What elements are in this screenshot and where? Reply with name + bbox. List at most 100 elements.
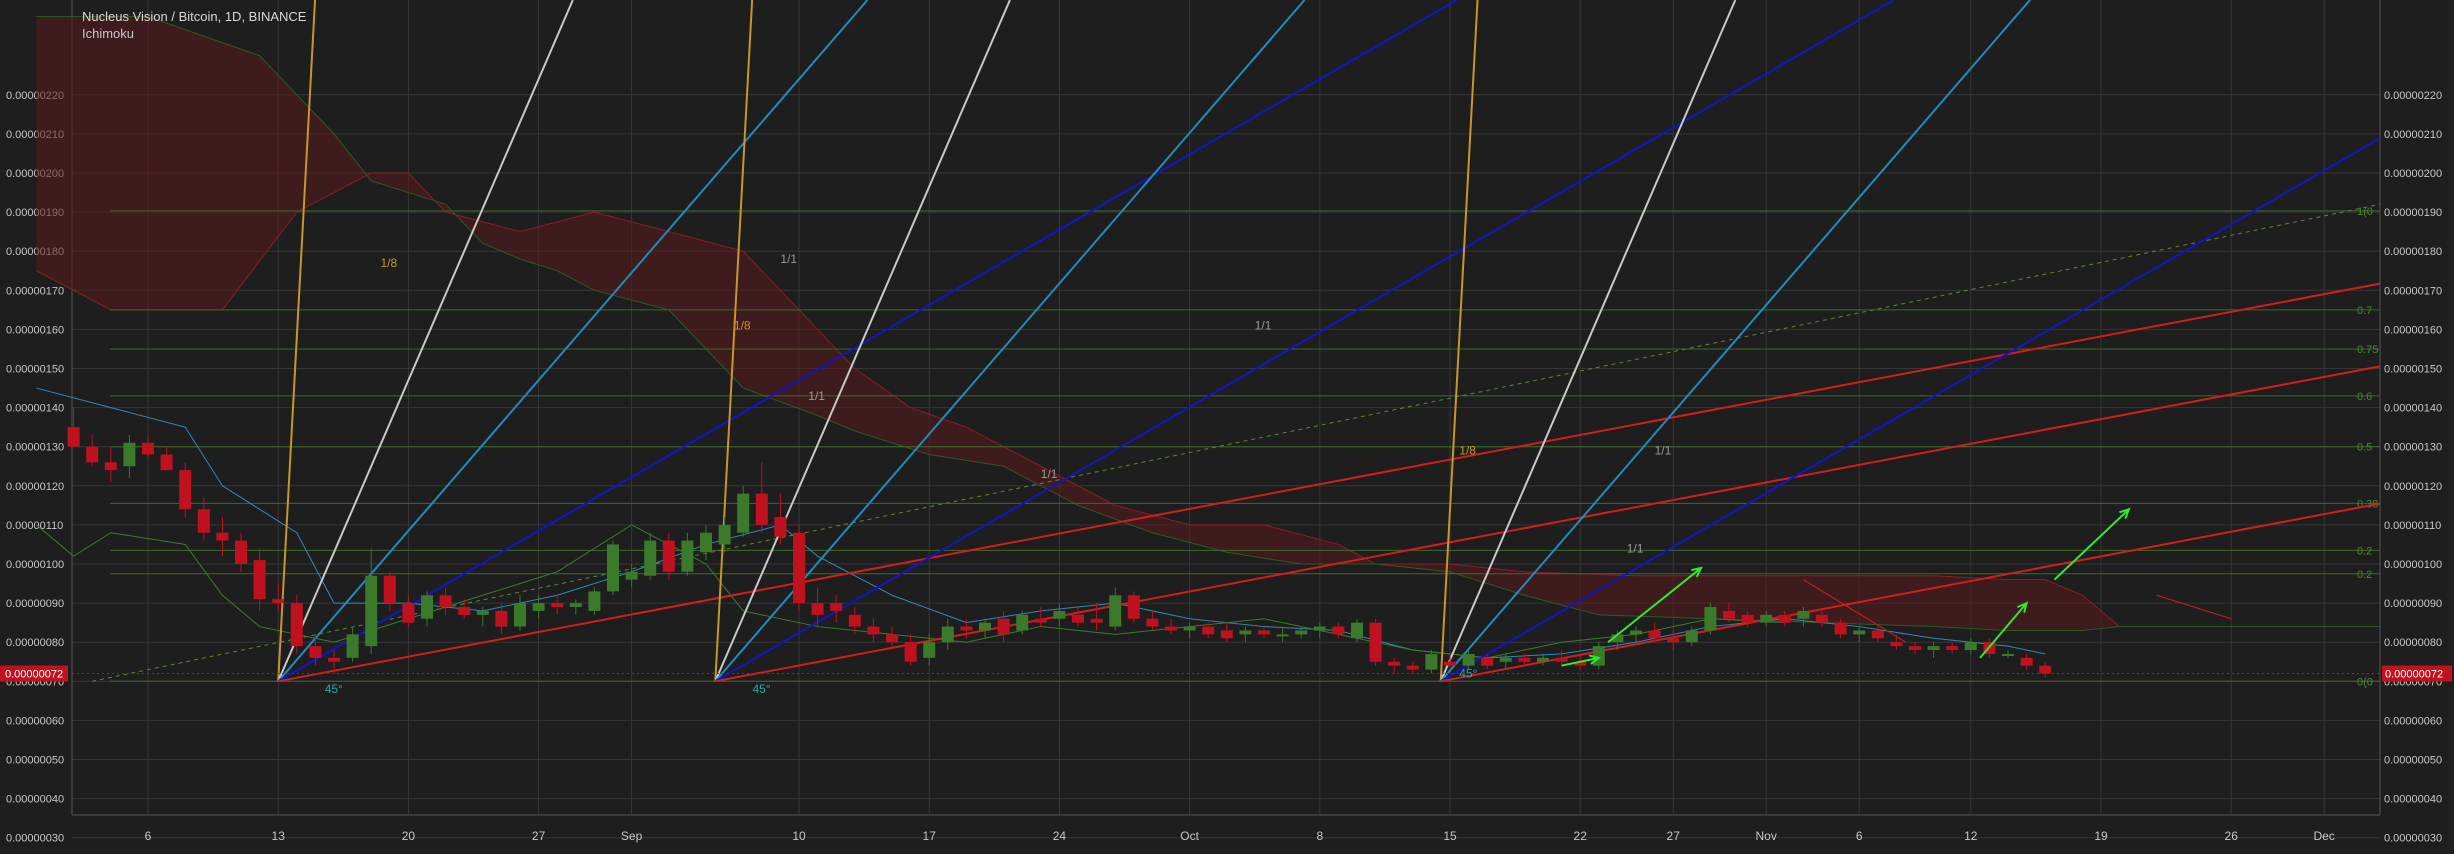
y-tick-label-right: 0.00000060 [2384,715,2442,727]
candle-body [1369,622,1382,662]
y-tick-label-left: 0.00000050 [6,755,64,767]
candle-body [588,591,601,611]
gann-fan-label: 1/8 [1459,444,1476,458]
candle-body [328,657,340,662]
candle-body [1351,622,1363,639]
candle-body [569,603,582,608]
candle-body [1537,657,1549,662]
y-tick-label-left: 0.00000100 [6,559,64,571]
candle-body [1220,630,1233,639]
candle-body [458,607,471,615]
candle-body [104,462,117,471]
candle-body [1072,614,1084,623]
candle [1127,591,1140,623]
candle-body [1853,630,1866,635]
candle-body [941,626,954,643]
fib-level-label: 0.6 [2357,391,2372,403]
candle-body [979,622,991,631]
chart-legend: Nucleus Vision / Bitcoin, 1D, BINANCE Ic… [82,8,306,42]
y-tick-label-right: 0.00000100 [2384,559,2442,571]
candle-body [1778,614,1791,623]
x-tick-label: 8 [1316,829,1323,843]
candle-body [681,540,694,572]
candle [793,524,805,611]
x-tick-label: 22 [1574,829,1588,843]
candle-body [421,595,433,619]
y-tick-label-left: 0.00000170 [6,285,64,297]
candle-body [1797,610,1810,619]
candle-body [1946,646,1959,651]
candle-body [253,560,266,600]
chart-canvas[interactable]: 0.00000220 0.000002200.00000210 0.00000210… [0,0,2454,849]
candle-body [1909,646,1921,651]
candle-body [1332,626,1345,635]
candle-body [2020,657,2033,666]
candle-body [1444,661,1456,666]
candle-body [1034,618,1047,623]
candle-body [1202,626,1215,635]
x-tick-label: 27 [532,829,546,843]
y-tick-label-left: 0.00000150 [6,364,64,376]
x-tick-label: 26 [2225,829,2239,843]
x-tick-label: Oct [1180,829,1199,843]
x-tick-label: 6 [145,829,152,843]
y-tick-label-right: 0.00000220 [2384,90,2442,102]
candle [179,462,192,518]
candle-body [179,470,192,510]
candle-body [1667,638,1680,643]
x-tick-label: 10 [792,829,806,843]
candle-body [514,603,526,627]
candle-body [1964,642,1977,651]
candle-body [2039,665,2052,674]
candle-body [1834,622,1847,635]
y-tick-label-left: 0.00000120 [6,481,64,493]
gann-fan-label: 1/1 [780,252,797,266]
candle-body [848,614,861,627]
y-tick-label-left: 0.00000160 [6,324,64,336]
y-tick-label-left: 0.00000030 [6,833,64,845]
candle-body [1388,661,1401,666]
candle-body [923,642,936,658]
fib-level-label: 0.2 [2357,545,2372,557]
gann-fan-label: 45° [753,682,771,696]
fib-level-label: 0.5 [2357,442,2372,454]
candle-body [1016,614,1029,631]
candle-body [1871,630,1884,639]
candle-body [1127,595,1140,619]
candle [1369,618,1382,666]
candle-body [216,532,229,541]
candle-body [1109,595,1122,627]
x-tick-label: 13 [272,829,286,843]
candle-body [755,493,768,525]
y-tick-label-left: 0.00000140 [6,403,64,415]
gann-fan-label: 1/1 [808,389,825,403]
candle-body [1927,646,1940,651]
price-badge-right-label: 0.00000072 [2385,668,2443,680]
candle-body [1648,630,1661,639]
candle-body [1295,630,1308,635]
candle-body [160,454,173,471]
candle-body [867,626,880,635]
candle-body [1723,610,1735,619]
chart[interactable]: 0.00000220 0.00000220 0.00000210 0.00000210… [0,0,2454,849]
candle-body [67,427,80,447]
candle-body [1481,657,1494,666]
candle-body [830,603,843,611]
candle-body [1425,653,1438,670]
fib-level-label: 0.75 [2357,344,2378,356]
x-tick-label: 17 [923,829,937,843]
candle-body [1518,657,1531,662]
candle-body [235,540,247,564]
gann-fan-label: 45° [325,682,343,696]
price-badge-left-label: 0.00000072 [5,668,63,680]
candle [290,595,303,654]
y-tick-label-right: 0.00000120 [2384,481,2442,493]
gann-fan-label: 1/1 [1627,541,1644,555]
y-tick-label-right: 0.00000040 [2384,794,2442,806]
candle-body [1741,614,1754,623]
candle-body [439,595,452,608]
y-tick-label-right: 0.00000210 [2384,129,2442,141]
x-tick-label: 12 [1964,829,1978,843]
candle-body [607,544,619,592]
indicator-label: Ichimoku [82,26,135,41]
